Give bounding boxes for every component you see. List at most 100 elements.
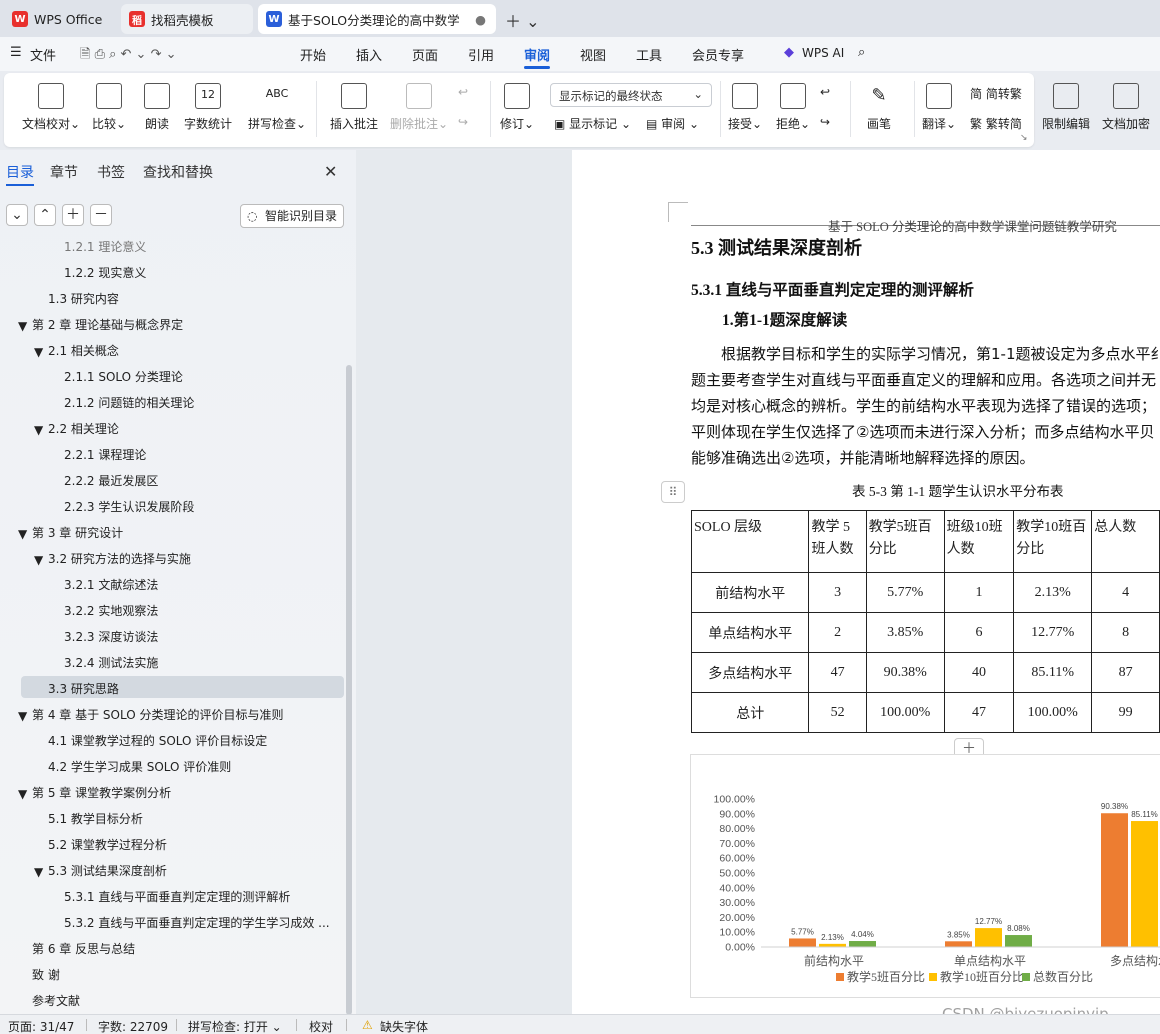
toc-item[interactable]: 5.3.2 直线与平面垂直判定定理的学生学习成效 ... [64,912,330,934]
toc-item[interactable]: 第 5 章 课堂教学案例分析 [32,782,171,804]
proofread-indicator[interactable]: 校对 [309,1018,333,1034]
toc-expand-arrow-icon[interactable]: ▼ [18,783,27,805]
toc-item[interactable]: 1.3 研究内容 [48,288,119,310]
toc-item[interactable]: 5.3 测试结果深度剖析 [48,860,167,882]
toc-item[interactable]: 3.3 研究思路 [48,678,119,700]
markup-state-select[interactable]: 显示标记的最终状态 ⌄ [550,83,712,107]
nav-tab-bookmarks[interactable]: 书签 [97,162,125,182]
toc-item[interactable]: 2.1 相关概念 [48,340,119,362]
toc-item[interactable]: 参考文献 [32,990,80,1012]
menu-page[interactable]: 页面 [412,45,438,64]
toc-item[interactable]: 2.1.2 问题链的相关理论 [64,392,194,414]
table-cell: 99 [1091,692,1160,733]
hamburger-icon[interactable]: ☰ [10,45,22,60]
menu-tools[interactable]: 工具 [636,45,662,64]
toc-item[interactable]: 3.2 研究方法的选择与实施 [48,548,191,570]
pen-button[interactable]: ✎ 画笔 [866,83,892,132]
add-heading-button[interactable]: ＋ [62,204,84,226]
next-change-icon[interactable]: ↪ [820,115,830,129]
x-tick-label: 单点结构水平 [954,953,1026,968]
restrict-edit-button[interactable]: 限制编辑 [1042,83,1090,132]
tab-wps-office[interactable]: W WPS Office [4,4,116,34]
delete-comment-button[interactable]: 删除批注⌄ [390,83,448,132]
show-markup-button[interactable]: ▣ 显示标记 ⌄ [554,115,631,132]
nav-tab-chapters[interactable]: 章节 [50,162,78,182]
menu-file[interactable]: 文件 [30,45,56,64]
next-comment-icon[interactable]: ↪ [458,115,468,129]
tab-docer-templates[interactable]: 稻 找稻壳模板 [121,4,253,34]
compare-button[interactable]: 比较⌄ [92,83,126,132]
read-aloud-button[interactable]: 朗读 [144,83,170,132]
menu-view[interactable]: 视图 [580,45,606,64]
toc-item[interactable]: 2.2.2 最近发展区 [64,470,158,492]
insert-comment-button[interactable]: 插入批注 [330,83,378,132]
proofread-button[interactable]: 文档校对⌄ [22,83,80,132]
toc-item[interactable]: 4.2 学生学习成果 SOLO 评价准则 [48,756,231,778]
quick-tools-icon[interactable]: 🗎 ⎙ ⌕ ↶ ⌄ ↷ ⌄ [80,45,177,67]
expand-level-button[interactable]: ⌃ [34,204,56,226]
toc-item[interactable]: 2.2 相关理论 [48,418,119,440]
toc-item[interactable]: 致 谢 [32,964,60,986]
toc-item[interactable]: 1.2.2 现实意义 [64,262,146,284]
document-page[interactable]: 基于 SOLO 分类理论的高中数学课堂问题链教学研究 5.3 测试结果深度剖析 … [572,150,1160,1014]
track-changes-button[interactable]: 修订⌄ [500,83,534,132]
menu-wps-ai[interactable]: WPS AI [802,46,844,60]
toc-item[interactable]: 2.1.1 SOLO 分类理论 [64,366,183,388]
spell-check-indicator[interactable]: 拼写检查: 打开 ⌄ [188,1018,282,1034]
toc-expand-arrow-icon[interactable]: ▼ [18,523,27,545]
toc-expand-arrow-icon[interactable]: ▼ [34,549,43,571]
toc-item[interactable]: 第 2 章 理论基础与概念界定 [32,314,183,336]
prev-change-icon[interactable]: ↩ [820,85,830,99]
to-traditional-button[interactable]: 简 简转繁 [970,85,1022,102]
table-drag-handle-icon[interactable]: ⠿ [661,481,685,503]
tab-close-dot-icon[interactable]: ● [475,12,486,27]
toc-item[interactable]: 3.2.4 测试法实施 [64,652,158,674]
accept-button[interactable]: 接受⌄ [728,83,762,132]
search-icon[interactable]: ⌕ [858,45,865,60]
word-count-indicator[interactable]: 字数: 22709 [98,1018,168,1034]
reject-button[interactable]: 拒绝⌄ [776,83,810,132]
toc-item[interactable]: 3.2.1 文献综述法 [64,574,158,596]
toc-item[interactable]: 4.1 课堂教学过程的 SOLO 评价目标设定 [48,730,267,752]
toc-item[interactable]: 3.2.3 深度访谈法 [64,626,158,648]
missing-font-indicator[interactable]: 缺失字体 [380,1018,428,1034]
menu-insert[interactable]: 插入 [356,45,382,64]
nav-scrollbar[interactable] [346,365,352,1015]
collapse-all-button[interactable]: ⌄ [6,204,28,226]
nav-tab-toc[interactable]: 目录 [6,162,34,182]
toc-item[interactable]: 5.1 教学目标分析 [48,808,143,830]
page-indicator[interactable]: 页面: 31/47 [8,1018,74,1034]
word-count-button[interactable]: 12 字数统计 [184,83,232,132]
toc-item[interactable]: 1.2.1 理论意义 [64,236,146,258]
menu-review[interactable]: 审阅 [524,45,550,64]
ribbon-expand-icon[interactable]: ↘ [1020,133,1028,143]
encrypt-doc-button[interactable]: 文档加密 [1102,83,1150,132]
translate-button[interactable]: 翻译⌄ [922,83,956,132]
toc-item[interactable]: 5.2 课堂教学过程分析 [48,834,167,856]
smart-detect-toc-button[interactable]: ◌ 智能识别目录 [240,204,344,228]
toc-item[interactable]: 5.3.1 直线与平面垂直判定定理的测评解析 [64,886,290,908]
menu-home[interactable]: 开始 [300,45,326,64]
toc-item[interactable]: 第 3 章 研究设计 [32,522,123,544]
toc-expand-arrow-icon[interactable]: ▼ [34,861,43,883]
toc-item[interactable]: 第 6 章 反思与总结 [32,938,135,960]
tab-document[interactable]: W 基于SOLO分类理论的高中数学 ● [258,4,496,34]
menu-member[interactable]: 会员专享 [692,45,744,64]
toc-item[interactable]: 2.2.1 课程理论 [64,444,146,466]
spell-check-button[interactable]: ABC 拼写检查⌄ [248,83,306,132]
toc-expand-arrow-icon[interactable]: ▼ [18,705,27,727]
toc-expand-arrow-icon[interactable]: ▼ [18,315,27,337]
close-icon[interactable]: ✕ [324,162,337,181]
to-simplified-button[interactable]: 繁 繁转简 [970,115,1022,132]
toc-expand-arrow-icon[interactable]: ▼ [34,341,43,363]
toc-expand-arrow-icon[interactable]: ▼ [34,419,43,441]
menu-references[interactable]: 引用 [468,45,494,64]
toc-item[interactable]: 3.2.2 实地观察法 [64,600,158,622]
prev-comment-icon[interactable]: ↩ [458,85,468,99]
toc-item[interactable]: 2.2.3 学生认识发展阶段 [64,496,194,518]
toc-item[interactable]: 第 4 章 基于 SOLO 分类理论的评价目标与准则 [32,704,283,726]
new-tab-plus-icon[interactable]: ＋ ⌄ [505,8,540,32]
nav-tab-find-replace[interactable]: 查找和替换 [143,162,213,182]
review-pane-button[interactable]: ▤ 审阅 ⌄ [646,115,699,132]
remove-heading-button[interactable]: － [90,204,112,226]
